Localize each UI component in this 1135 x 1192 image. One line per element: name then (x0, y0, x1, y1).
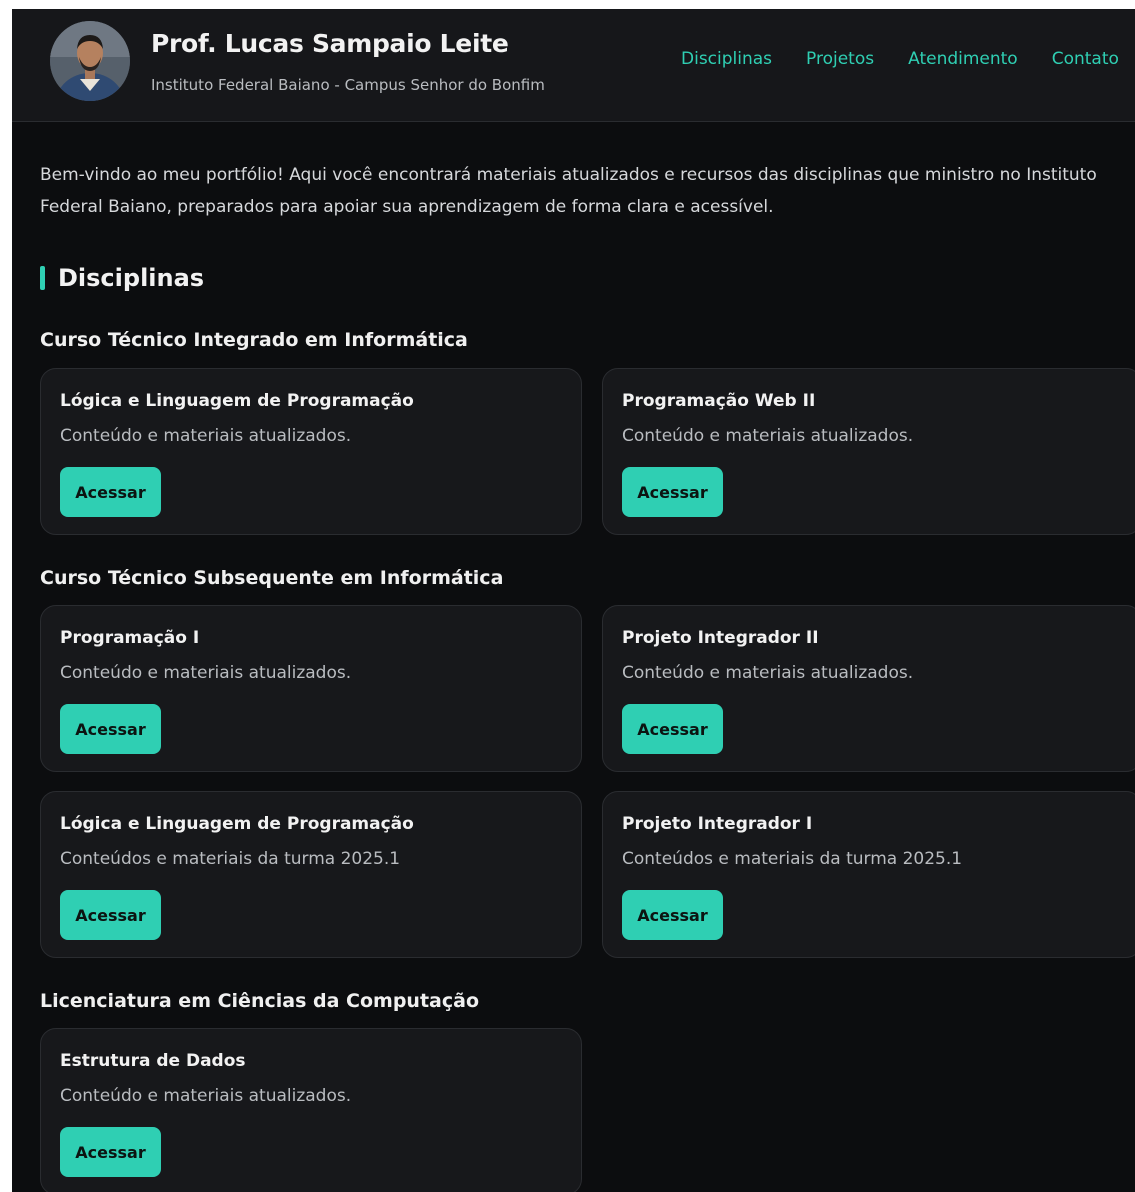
card-description: Conteúdo e materiais atualizados. (60, 663, 352, 683)
card-title: Lógica e Linguagem de Programação (60, 391, 414, 411)
card-title: Projeto Integrador II (622, 628, 819, 648)
nav-link-contato[interactable]: Contato (1052, 49, 1119, 69)
section-accent-bar (40, 266, 45, 290)
access-button[interactable]: Acessar (60, 890, 161, 940)
access-button[interactable]: Acessar (60, 704, 161, 754)
card-title: Programação Web II (622, 391, 816, 411)
course-card: Estrutura de Dados Conteúdo e materiais … (40, 1028, 582, 1192)
intro-text: Bem-vindo ao meu portfólio! Aqui você en… (40, 165, 1097, 217)
page: Prof. Lucas Sampaio Leite Instituto Fede… (12, 9, 1135, 1192)
nav-link-atendimento[interactable]: Atendimento (908, 49, 1018, 69)
card-title: Estrutura de Dados (60, 1051, 246, 1071)
course-card: Lógica e Linguagem de Programação Conteú… (40, 791, 582, 958)
card-description: Conteúdos e materiais da turma 2025.1 (60, 849, 401, 869)
card-title: Projeto Integrador I (622, 814, 813, 834)
institution-name: Instituto Federal Baiano - Campus Senhor… (151, 76, 545, 94)
access-button[interactable]: Acessar (60, 1127, 161, 1177)
site-header: Prof. Lucas Sampaio Leite Instituto Fede… (12, 9, 1135, 122)
card-description: Conteúdo e materiais atualizados. (622, 426, 914, 446)
main-nav: Disciplinas Projetos Atendimento Contato (681, 49, 1119, 69)
course-card: Lógica e Linguagem de Programação Conteú… (40, 368, 582, 535)
course-title-licenciatura: Licenciatura em Ciências da Computação (40, 990, 479, 1012)
course-title-subsequente: Curso Técnico Subsequente em Informática (40, 567, 504, 589)
section-title: Disciplinas (58, 264, 205, 292)
access-button[interactable]: Acessar (622, 467, 723, 517)
avatar (50, 21, 130, 101)
access-button[interactable]: Acessar (622, 890, 723, 940)
card-title: Programação I (60, 628, 200, 648)
course-card: Projeto Integrador II Conteúdo e materia… (602, 605, 1135, 772)
section-heading: Disciplinas (40, 264, 204, 292)
professor-name: Prof. Lucas Sampaio Leite (151, 29, 509, 58)
card-description: Conteúdo e materiais atualizados. (60, 1086, 352, 1106)
card-description: Conteúdo e materiais atualizados. (60, 426, 352, 446)
course-card: Programação Web II Conteúdo e materiais … (602, 368, 1135, 535)
card-title: Lógica e Linguagem de Programação (60, 814, 414, 834)
nav-link-projetos[interactable]: Projetos (806, 49, 874, 69)
course-card: Programação I Conteúdo e materiais atual… (40, 605, 582, 772)
course-card: Projeto Integrador I Conteúdos e materia… (602, 791, 1135, 958)
course-title-integrado: Curso Técnico Integrado em Informática (40, 329, 468, 351)
nav-link-disciplinas[interactable]: Disciplinas (681, 49, 772, 69)
access-button[interactable]: Acessar (60, 467, 161, 517)
card-description: Conteúdos e materiais da turma 2025.1 (622, 849, 963, 869)
access-button[interactable]: Acessar (622, 704, 723, 754)
card-description: Conteúdo e materiais atualizados. (622, 663, 914, 683)
